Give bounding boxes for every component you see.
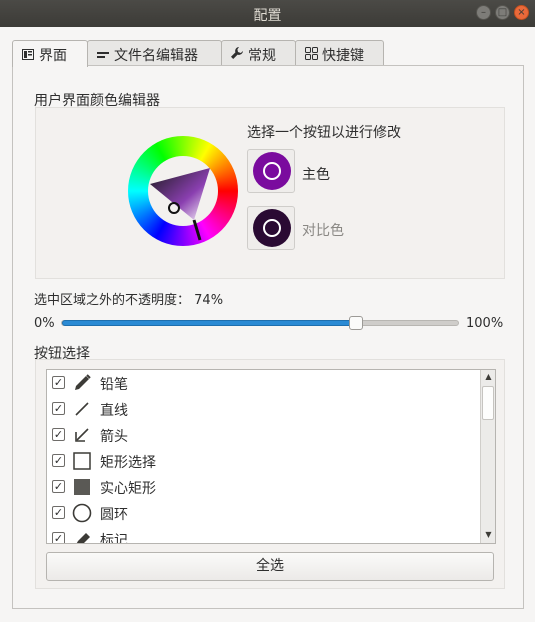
color-editor-group: 选择一个按钮以进行修改 主色 对比色 [35, 107, 505, 279]
main-color-swatch [253, 152, 291, 190]
maximize-icon: □ [497, 7, 508, 18]
item-label: 矩形选择 [100, 455, 156, 471]
list-scrollbar[interactable]: ▲ ▼ [480, 370, 495, 543]
minimize-icon: – [481, 7, 486, 18]
list-item[interactable]: ✓ 直线 [47, 396, 481, 422]
opacity-slider-track[interactable] [61, 320, 459, 326]
circle-icon [71, 502, 93, 524]
filled-rectangle-icon [71, 476, 93, 498]
tab-general[interactable]: 常规 [221, 40, 296, 66]
item-label: 实心矩形 [100, 481, 156, 497]
item-label: 铅笔 [100, 377, 128, 393]
contrast-color-button[interactable] [247, 206, 295, 250]
contrast-color-swatch [253, 209, 291, 247]
color-editor-prompt: 选择一个按钮以进行修改 [247, 125, 401, 141]
tab-interface[interactable]: 界面 [12, 40, 88, 67]
list-item[interactable]: ✓ 箭头 [47, 422, 481, 448]
list-item[interactable]: ✓ 圆环 [47, 500, 481, 526]
item-checkbox[interactable]: ✓ [52, 454, 65, 467]
pencil-icon [71, 372, 93, 394]
line-icon [71, 398, 93, 420]
close-button[interactable]: × [514, 5, 529, 20]
main-color-button[interactable] [247, 149, 295, 193]
main-color-label: 主色 [302, 167, 330, 183]
tab-filename-editor[interactable]: 文件名编辑器 [87, 40, 222, 66]
select-all-button[interactable]: 全选 [46, 552, 494, 581]
tab-shortcuts-label: 快捷键 [322, 48, 364, 64]
close-icon: × [517, 7, 526, 18]
tab-interface-label: 界面 [39, 48, 67, 64]
maximize-button[interactable]: □ [495, 5, 510, 20]
marker-icon [71, 528, 93, 543]
list-item[interactable]: ✓ 实心矩形 [47, 474, 481, 500]
list-item[interactable]: ✓ 矩形选择 [47, 448, 481, 474]
item-checkbox[interactable]: ✓ [52, 506, 65, 519]
scroll-up-icon[interactable]: ▲ [481, 370, 495, 384]
color-wheel[interactable] [128, 136, 238, 246]
window-title: 配置 [253, 8, 282, 24]
rectangle-icon [71, 450, 93, 472]
item-checkbox[interactable]: ✓ [52, 428, 65, 441]
item-label: 直线 [100, 403, 128, 419]
opacity-slider-fill [62, 320, 357, 326]
wrench-icon [230, 46, 244, 63]
list-item[interactable]: ✓ 铅笔 [47, 370, 481, 396]
scroll-down-icon[interactable]: ▼ [481, 528, 495, 542]
button-selection-group: ✓ 铅笔 ✓ 直线 ✓ 箭头 ✓ 矩形选择 ✓ 实心矩形 ✓ 圆环 ✓ 标记 ▲ ▼ 全选 [35, 359, 505, 589]
item-label: 标记 [100, 533, 128, 544]
grid-icon [304, 47, 318, 63]
tab-shortcuts[interactable]: 快捷键 [295, 40, 384, 66]
item-label: 箭头 [100, 429, 128, 445]
item-label: 圆环 [100, 507, 128, 523]
tab-general-label: 常规 [248, 48, 276, 64]
title-bar: 配置 – □ × [0, 0, 535, 27]
opacity-label: 选中区域之外的不透明度： 74% [34, 293, 224, 308]
scroll-thumb[interactable] [482, 386, 494, 420]
tab-filename-editor-label: 文件名编辑器 [114, 48, 198, 64]
filename-icon [96, 49, 110, 63]
item-checkbox[interactable]: ✓ [52, 532, 65, 543]
color-triangle[interactable] [128, 136, 238, 246]
item-checkbox[interactable]: ✓ [52, 480, 65, 493]
button-list: ✓ 铅笔 ✓ 直线 ✓ 箭头 ✓ 矩形选择 ✓ 实心矩形 ✓ 圆环 ✓ 标记 ▲ ▼ [46, 369, 496, 544]
opacity-slider-handle[interactable] [349, 316, 363, 330]
interface-icon [21, 49, 35, 63]
opacity-value: 74% [194, 293, 224, 308]
minimize-button[interactable]: – [476, 5, 491, 20]
item-checkbox[interactable]: ✓ [52, 376, 65, 389]
arrow-icon [71, 424, 93, 446]
list-item[interactable]: ✓ 标记 [47, 526, 481, 544]
opacity-max-label: 100% [466, 316, 504, 331]
interface-panel: 用户界面颜色编辑器 选择一个按钮以进行修改 主色 对比色 选中区域之外的不透明度… [12, 65, 524, 609]
item-checkbox[interactable]: ✓ [52, 402, 65, 415]
opacity-min-label: 0% [34, 316, 55, 331]
contrast-color-label: 对比色 [302, 223, 344, 239]
color-picker-marker [168, 202, 180, 214]
